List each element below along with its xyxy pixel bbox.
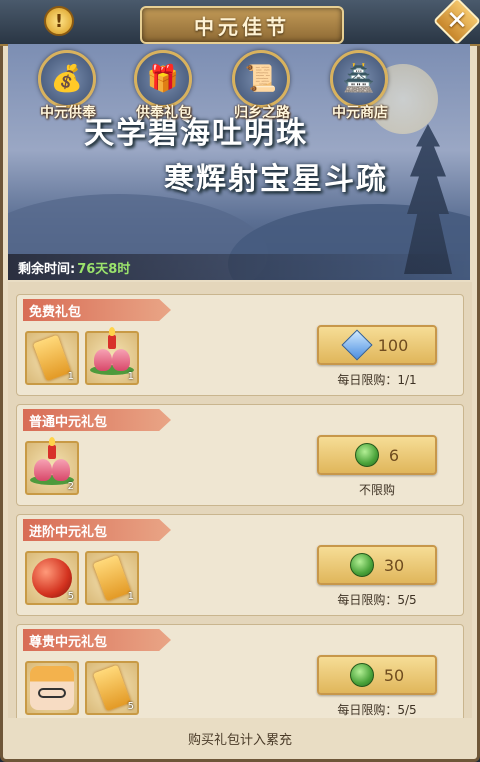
item-count: 1 [127,591,134,602]
character-avatar-icon [30,666,74,710]
gift-bag-icon: 🎁 [134,50,192,108]
tab-label: 供奉礼包 [136,105,192,121]
shop-pavilion-icon: 🏯 [330,50,388,108]
buy-button[interactable]: 6 [317,435,437,475]
gift-pack-list[interactable]: 免费礼包 1 1 100 每日限购：1/1 普通中元礼包 2 6 不限购 进阶中… [8,282,472,718]
banner-poem-line-2: 寒辉射宝星斗疏 [164,162,388,197]
coupon-icon [32,334,72,382]
scroll-map-icon: 📜 [232,50,290,108]
title-plaque: 中元佳节 [140,6,344,44]
item-slot[interactable]: 5 [25,551,79,605]
purchase-limit: 每日限购：5/5 [337,703,417,717]
purchase-limit: 每日限购：1/1 [337,373,417,387]
item-slot[interactable]: 2 [25,437,79,495]
buy-button[interactable]: 50 [317,655,437,695]
pack-title: 免费礼包 [23,299,171,321]
close-icon[interactable]: ✕ [444,4,470,38]
tab-offering-gift[interactable]: 🎁 供奉礼包 [116,48,212,122]
coupon-icon [92,554,132,602]
event-tabs: 💰 中元供奉 🎁 供奉礼包 📜 归乡之路 🏯 中元商店 [20,48,460,122]
purchase-limit: 不限购 [358,483,395,497]
item-slot[interactable]: 1 [85,551,139,605]
jade-coin-icon [349,663,374,687]
item-count: 1 [67,371,74,382]
jade-coin-icon [354,443,379,467]
gift-pack-card: 进阶中元礼包 5 1 30 每日限购：5/5 [16,514,464,616]
info-alert-icon[interactable]: ! [44,6,74,36]
purchase-limit: 每日限购：5/5 [337,593,417,607]
item-count: 5 [67,591,74,602]
page-title: 中元佳节 [194,14,290,39]
item-slot[interactable] [25,661,79,715]
item-count: 1 [127,371,134,382]
item-slot[interactable]: 1 [25,331,79,385]
price-value: 50 [383,665,405,685]
pack-title: 普通中元礼包 [23,409,171,431]
remaining-time-bar: 剩余时间: 76天8时 [8,254,470,280]
price-value: 100 [377,335,409,355]
coupon-icon [92,664,132,712]
item-count: 2 [67,481,74,492]
tab-homecoming-road[interactable]: 📜 归乡之路 [214,48,310,122]
footer-note: 购买礼包计入累充 [8,718,472,758]
remaining-time-label: 剩余时间: [18,261,76,277]
pack-title: 进阶中元礼包 [23,519,171,541]
gift-pack-card: 尊贵中元礼包 5 50 每日限购：5/5 [16,624,464,718]
tab-zhongyuan-offering[interactable]: 💰 中元供奉 [20,48,116,122]
lotus-lantern-icon [30,437,74,485]
gold-offering-icon: 💰 [38,50,96,108]
pack-title: 尊贵中元礼包 [23,629,171,651]
jade-coin-icon [349,553,374,577]
price-value: 30 [383,555,405,575]
gift-pack-card: 普通中元礼包 2 6 不限购 [16,404,464,506]
lotus-lantern-icon [90,327,134,375]
gift-pack-card: 免费礼包 1 1 100 每日限购：1/1 [16,294,464,396]
tab-label: 中元商店 [332,105,388,121]
gem-icon [341,329,373,361]
tab-label: 中元供奉 [40,105,96,121]
item-slot[interactable]: 5 [85,661,139,715]
remaining-time-value: 76天8时 [77,261,131,277]
red-orb-icon [32,558,72,598]
buy-button[interactable]: 30 [317,545,437,585]
tab-label: 归乡之路 [234,105,290,121]
item-slot[interactable]: 1 [85,327,139,385]
footer-text: 购买礼包计入累充 [187,732,292,748]
tab-zhongyuan-shop[interactable]: 🏯 中元商店 [312,48,408,122]
buy-button[interactable]: 100 [317,325,437,365]
price-value: 6 [388,445,400,465]
item-count: 5 [127,701,134,712]
